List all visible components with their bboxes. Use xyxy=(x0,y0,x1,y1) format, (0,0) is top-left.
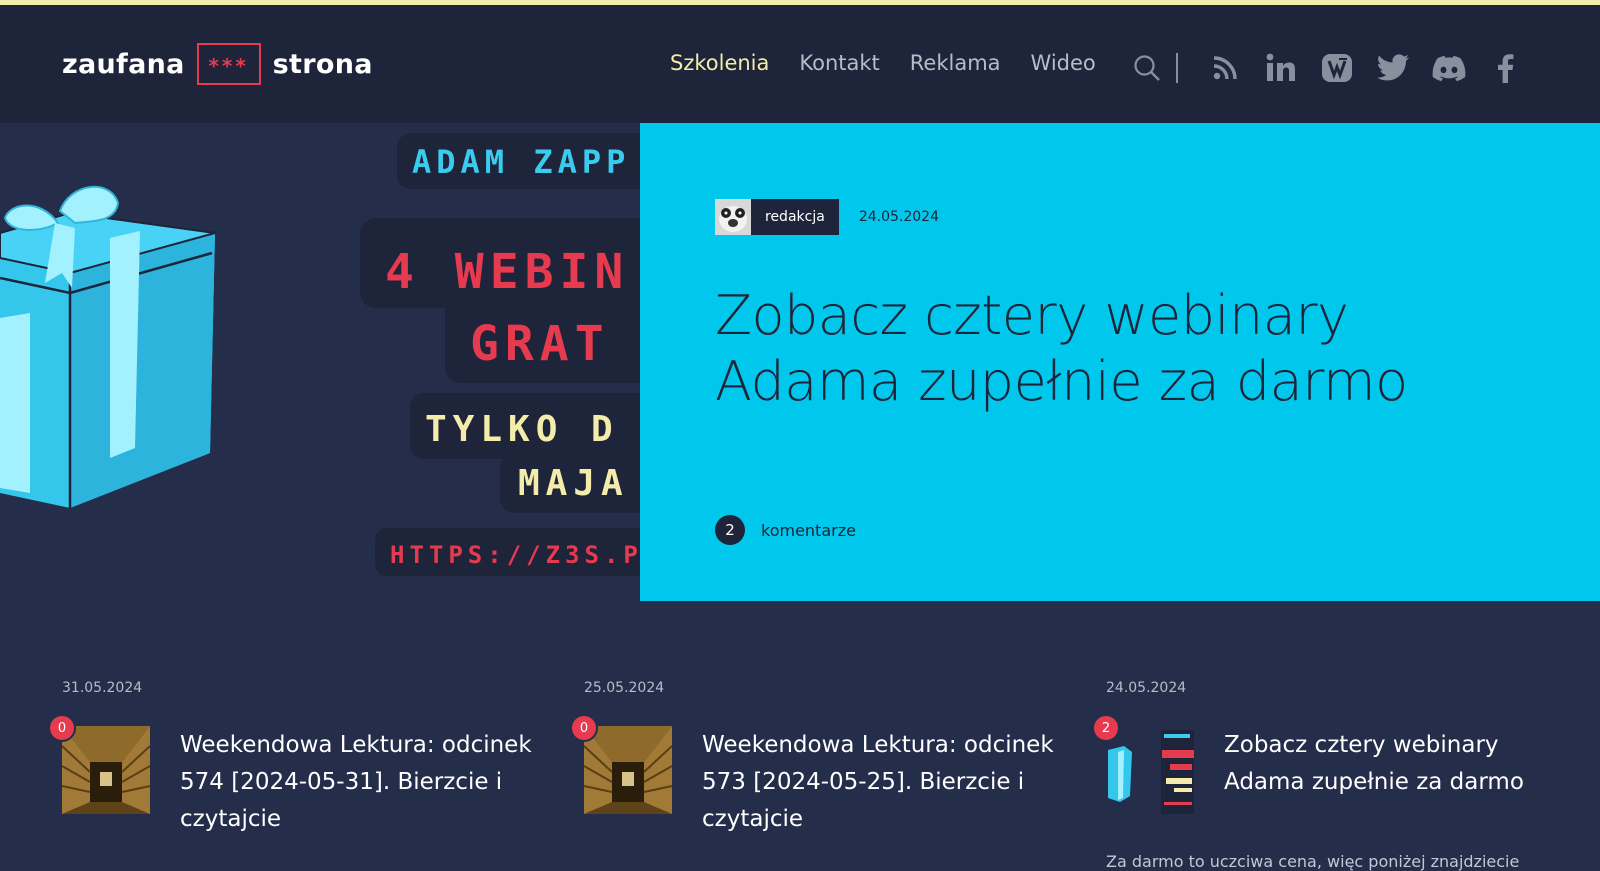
author-link[interactable]: redakcja xyxy=(751,199,839,235)
hero-card: redakcja 24.05.2024 Zobacz cztery webina… xyxy=(640,123,1600,601)
post-excerpt: Za darmo to uczciwa cena, więc poniżej z… xyxy=(1106,852,1520,871)
author-avatar[interactable] xyxy=(715,199,751,235)
comments-label: komentarze xyxy=(761,520,856,540)
post-date: 31.05.2024 xyxy=(62,680,143,696)
search-icon[interactable] xyxy=(1130,51,1164,85)
nav-item-szkolenia[interactable]: Szkolenia xyxy=(670,51,769,75)
post-date: 25.05.2024 xyxy=(584,680,665,696)
logo-text-left: zaufana xyxy=(62,48,185,80)
post-thumbnail[interactable] xyxy=(584,726,672,814)
post-card: 25.05.2024 0 Weekendowa Lektura: odcinek… xyxy=(570,680,1064,838)
hero-image-text-3: GRAT xyxy=(470,316,610,372)
facebook-icon[interactable] xyxy=(1488,51,1522,85)
logo-box: *** xyxy=(196,43,261,85)
post-date: 24.05.2024 xyxy=(1106,680,1187,696)
linkedin-icon[interactable] xyxy=(1264,51,1298,85)
comments-count-badge[interactable]: 0 xyxy=(48,714,76,742)
comments-count-badge[interactable]: 0 xyxy=(570,714,598,742)
logo-text-right: strona xyxy=(272,48,373,80)
post-card: 24.05.2024 2 Zobacz cztery webinary Adam… xyxy=(1092,680,1586,871)
hero-image-text-5: MAJA xyxy=(518,463,629,504)
site-header: zaufana *** strona Szkolenia Kontakt Rek… xyxy=(0,5,1600,123)
hero-title[interactable]: Zobacz cztery webinary Adama zupełnie za… xyxy=(715,283,1535,415)
post-title[interactable]: Weekendowa Lektura: odcinek 574 [2024-05… xyxy=(180,727,542,838)
nav-item-kontakt[interactable]: Kontakt xyxy=(799,51,879,75)
comments-count-badge: 2 xyxy=(715,515,745,545)
header-icons xyxy=(1130,51,1522,85)
post-card: 31.05.2024 0 Weekendowa Lektura: odcinek… xyxy=(48,680,542,838)
hero-section: ADAM ZAPP 4 WEBIN GRAT TYLKO D MAJA HTTP… xyxy=(0,123,1600,601)
comments-link[interactable]: 2 komentarze xyxy=(715,515,856,545)
hero-image-text-4: TYLKO D xyxy=(425,409,619,450)
hero-image-text-1: ADAM ZAPP xyxy=(412,143,630,181)
rss-icon[interactable] xyxy=(1208,51,1242,85)
twitter-icon[interactable] xyxy=(1376,51,1410,85)
wykop-icon[interactable] xyxy=(1320,51,1354,85)
nav-item-wideo[interactable]: Wideo xyxy=(1031,51,1096,75)
post-thumbnail[interactable] xyxy=(62,726,150,814)
discord-icon[interactable] xyxy=(1432,51,1466,85)
gift-box-illustration xyxy=(0,185,216,508)
hero-image-text-2: 4 WEBIN xyxy=(385,244,629,300)
post-title[interactable]: Zobacz cztery webinary Adama zupełnie za… xyxy=(1224,727,1586,814)
main-nav: Szkolenia Kontakt Reklama Wideo xyxy=(670,51,1096,75)
post-title[interactable]: Weekendowa Lektura: odcinek 573 [2024-05… xyxy=(702,727,1064,838)
hero-image[interactable]: ADAM ZAPP 4 WEBIN GRAT TYLKO D MAJA HTTP… xyxy=(0,123,640,601)
hero-meta: redakcja 24.05.2024 xyxy=(715,199,939,235)
post-thumbnail[interactable] xyxy=(1106,726,1194,814)
recent-posts: 31.05.2024 0 Weekendowa Lektura: odcinek… xyxy=(0,680,1600,871)
hero-image-text-6: HTTPS://Z3S.PL xyxy=(390,541,640,569)
post-date: 24.05.2024 xyxy=(858,209,939,225)
header-separator xyxy=(1176,53,1178,83)
nav-item-reklama[interactable]: Reklama xyxy=(910,51,1001,75)
site-logo[interactable]: zaufana *** strona xyxy=(62,43,373,85)
comments-count-badge[interactable]: 2 xyxy=(1092,714,1120,742)
